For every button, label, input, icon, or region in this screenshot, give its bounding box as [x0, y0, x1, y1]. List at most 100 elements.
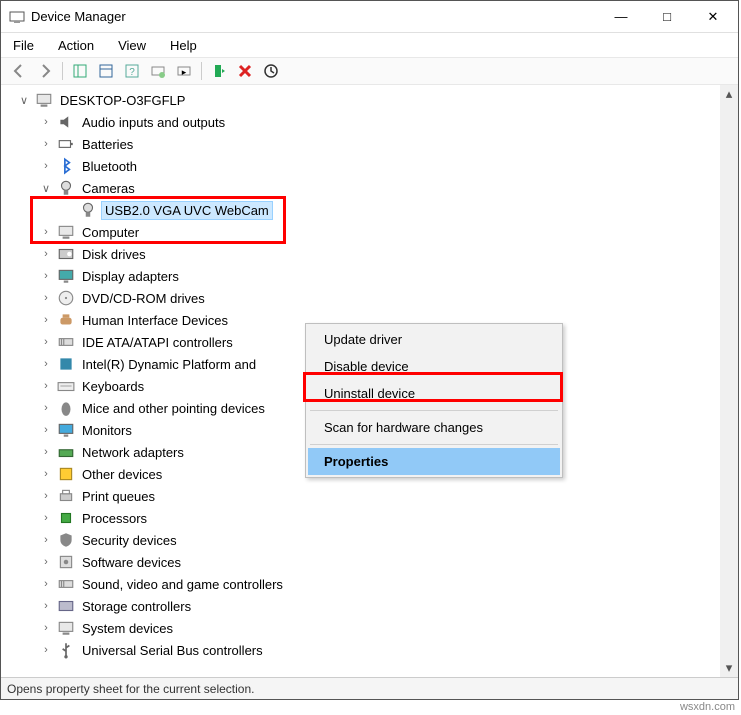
chevron-right-icon[interactable]: ›: [39, 445, 53, 459]
category-label: Sound, video and game controllers: [79, 576, 286, 593]
titlebar[interactable]: Device Manager — □ ✕: [1, 1, 738, 33]
chevron-right-icon[interactable]: ›: [39, 335, 53, 349]
category-label: Display adapters: [79, 268, 182, 285]
category-label: Keyboards: [79, 378, 147, 395]
ctx-properties[interactable]: Properties: [308, 448, 560, 475]
tree-category[interactable]: ›Storage controllers: [17, 595, 720, 617]
watermark: wsxdn.com: [680, 701, 735, 713]
tree-category[interactable]: ∨Cameras: [17, 177, 720, 199]
toolbar: ? ▸: [1, 57, 738, 85]
scroll-up-icon[interactable]: ▴: [720, 85, 738, 103]
tree-category[interactable]: › Display adapters: [17, 265, 720, 287]
chevron-right-icon[interactable]: ›: [39, 533, 53, 547]
category-label: Mice and other pointing devices: [79, 400, 268, 417]
chevron-right-icon[interactable]: ›: [39, 379, 53, 393]
maximize-button[interactable]: □: [644, 2, 690, 32]
chevron-right-icon[interactable]: ›: [39, 423, 53, 437]
chevron-right-icon[interactable]: ›: [39, 137, 53, 151]
category-label: Audio inputs and outputs: [79, 114, 228, 131]
ctx-uninstall-device[interactable]: Uninstall device: [308, 380, 560, 407]
forward-button[interactable]: [33, 60, 57, 82]
chevron-right-icon[interactable]: ›: [39, 467, 53, 481]
menu-view[interactable]: View: [114, 36, 150, 55]
uninstall-button[interactable]: [233, 60, 257, 82]
chevron-right-icon[interactable]: ›: [39, 643, 53, 657]
menu-help[interactable]: Help: [166, 36, 201, 55]
ctx-update-driver[interactable]: Update driver: [308, 326, 560, 353]
add-legacy-button[interactable]: ▸: [172, 60, 196, 82]
menu-action[interactable]: Action: [54, 36, 98, 55]
tree-category[interactable]: ›Computer: [17, 221, 720, 243]
tree-category[interactable]: › Processors: [17, 507, 720, 529]
chevron-right-icon[interactable]: ›: [39, 489, 53, 503]
properties-button[interactable]: [94, 60, 118, 82]
chevron-right-icon[interactable]: ›: [39, 159, 53, 173]
menubar: File Action View Help: [1, 33, 738, 57]
tree-category[interactable]: ›Batteries: [17, 133, 720, 155]
chevron-right-icon[interactable]: ›: [39, 621, 53, 635]
scroll-track[interactable]: [720, 103, 738, 659]
minimize-button[interactable]: —: [598, 2, 644, 32]
chevron-right-icon[interactable]: ›: [39, 357, 53, 371]
show-hide-tree-button[interactable]: [68, 60, 92, 82]
tree-category[interactable]: › Audio inputs and outputs: [17, 111, 720, 133]
back-button[interactable]: [7, 60, 31, 82]
tree-category[interactable]: ›Bluetooth: [17, 155, 720, 177]
chevron-right-icon[interactable]: ›: [39, 577, 53, 591]
chevron-down-icon[interactable]: ∨: [17, 93, 31, 107]
chevron-down-icon[interactable]: ∨: [39, 181, 53, 195]
vertical-scrollbar[interactable]: ▴ ▾: [720, 85, 738, 677]
update-driver-button[interactable]: [207, 60, 231, 82]
chevron-right-icon[interactable]: ›: [39, 511, 53, 525]
ctx-separator: [310, 410, 558, 411]
category-label: Intel(R) Dynamic Platform and: [79, 356, 259, 373]
tree-category[interactable]: › Security devices: [17, 529, 720, 551]
category-icon: [57, 113, 75, 131]
chevron-right-icon[interactable]: ›: [39, 599, 53, 613]
chevron-right-icon[interactable]: ›: [39, 269, 53, 283]
disable-button[interactable]: [259, 60, 283, 82]
category-label: Other devices: [79, 466, 165, 483]
toolbar-separator: [201, 62, 202, 80]
tree-category[interactable]: › DVD/CD-ROM drives: [17, 287, 720, 309]
ctx-disable-device[interactable]: Disable device: [308, 353, 560, 380]
tree-category[interactable]: › Universal Serial Bus controllers: [17, 639, 720, 661]
chevron-right-icon[interactable]: ›: [39, 555, 53, 569]
content-area: ∨ DESKTOP-O3FGFLP › Audio inputs and outp…: [1, 85, 738, 677]
chevron-right-icon[interactable]: ›: [39, 247, 53, 261]
tree-category[interactable]: ›System devices: [17, 617, 720, 639]
chevron-right-icon[interactable]: ›: [39, 401, 53, 415]
tree-category[interactable]: › Sound, video and game controllers: [17, 573, 720, 595]
category-icon: [57, 421, 75, 439]
category-label: Universal Serial Bus controllers: [79, 642, 266, 659]
category-icon: [57, 509, 75, 527]
chevron-right-icon[interactable]: ›: [39, 225, 53, 239]
tree-device[interactable]: ·USB2.0 VGA UVC WebCam: [17, 199, 720, 221]
chevron-right-icon[interactable]: ›: [39, 313, 53, 327]
category-label: DVD/CD-ROM drives: [79, 290, 208, 307]
category-icon: [57, 597, 75, 615]
scroll-down-icon[interactable]: ▾: [720, 659, 738, 677]
tree-root[interactable]: ∨ DESKTOP-O3FGFLP: [17, 89, 720, 111]
category-label: Processors: [79, 510, 150, 527]
scan-hardware-button[interactable]: [146, 60, 170, 82]
category-icon: [57, 575, 75, 593]
category-icon: [57, 465, 75, 483]
svg-text:?: ?: [129, 67, 135, 78]
category-icon: [57, 377, 75, 395]
category-icon: [57, 311, 75, 329]
tree-category[interactable]: ›Print queues: [17, 485, 720, 507]
chevron-right-icon[interactable]: ›: [39, 291, 53, 305]
window-title: Device Manager: [31, 9, 598, 24]
tree-category[interactable]: ›Software devices: [17, 551, 720, 573]
category-label: Security devices: [79, 532, 180, 549]
close-button[interactable]: ✕: [690, 2, 736, 32]
category-icon: [57, 267, 75, 285]
help-button[interactable]: ?: [120, 60, 144, 82]
menu-file[interactable]: File: [9, 36, 38, 55]
category-icon: [57, 223, 75, 241]
category-icon: [57, 289, 75, 307]
chevron-right-icon[interactable]: ›: [39, 115, 53, 129]
tree-category[interactable]: ›Disk drives: [17, 243, 720, 265]
ctx-scan-hardware[interactable]: Scan for hardware changes: [308, 414, 560, 441]
